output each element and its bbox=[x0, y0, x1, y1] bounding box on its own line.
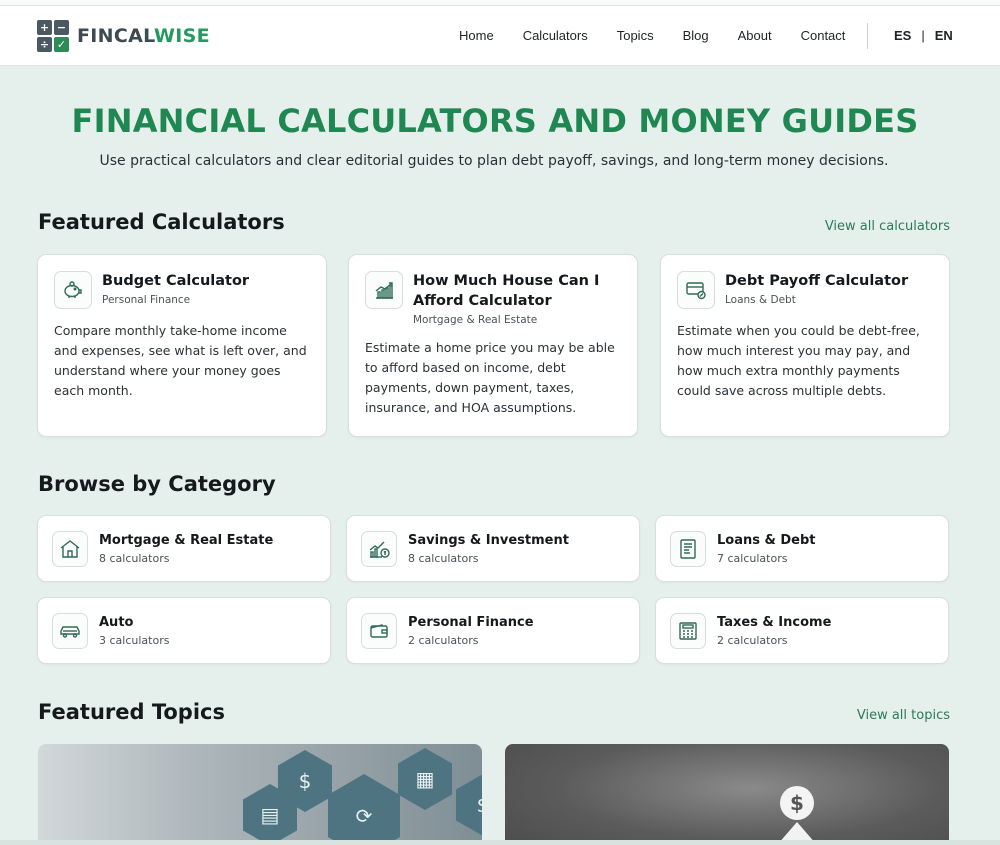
featured-topics-heading: Featured Topics bbox=[38, 700, 225, 724]
category-card-taxes[interactable]: Taxes & Income 2 calculators bbox=[655, 597, 949, 664]
category-card-auto[interactable]: Auto 3 calculators bbox=[37, 597, 331, 664]
category-card-loans[interactable]: Loans & Debt 7 calculators bbox=[655, 515, 949, 582]
language-switcher: ES | EN bbox=[890, 28, 957, 43]
nav-calculators[interactable]: Calculators bbox=[523, 28, 588, 43]
nav-topics[interactable]: Topics bbox=[617, 28, 654, 43]
house-icon bbox=[52, 530, 88, 567]
banknote-icon: ▦ bbox=[398, 748, 452, 810]
car-icon bbox=[52, 612, 88, 649]
view-all-topics-link[interactable]: View all topics bbox=[857, 708, 950, 723]
calculator-category: Loans & Debt bbox=[725, 294, 796, 306]
calculator-card-debt-payoff[interactable]: Debt Payoff Calculator Loans & Debt Esti… bbox=[660, 254, 950, 437]
calculator-title: Budget Calculator bbox=[102, 273, 250, 289]
category-card-savings[interactable]: Savings & Investment 8 calculators bbox=[346, 515, 640, 582]
calculator-title: Debt Payoff Calculator bbox=[725, 273, 909, 289]
calculator-logo-icon: + − ÷ ✓ bbox=[37, 20, 69, 52]
nav-contact[interactable]: Contact bbox=[801, 28, 846, 43]
savings-chart-icon bbox=[361, 530, 397, 567]
nav-about[interactable]: About bbox=[738, 28, 772, 43]
hero-subtitle: Use practical calculators and clear edit… bbox=[99, 153, 889, 169]
category-count: 2 calculators bbox=[717, 633, 788, 647]
category-count: 8 calculators bbox=[99, 551, 170, 565]
category-count: 7 calculators bbox=[717, 551, 788, 565]
category-title: Mortgage & Real Estate bbox=[99, 532, 274, 548]
calculator-card-house-afford[interactable]: How Much House Can I Afford Calculator M… bbox=[348, 254, 638, 437]
calculator-description: Compare monthly take-home income and exp… bbox=[54, 323, 307, 398]
calculator-icon bbox=[670, 612, 706, 649]
calculator-category: Mortgage & Real Estate bbox=[413, 314, 538, 326]
bottom-edge bbox=[0, 840, 1000, 845]
browse-category-heading: Browse by Category bbox=[38, 472, 276, 496]
brand-name: FINCALWISE bbox=[77, 25, 210, 47]
topic-card-image-finance-icons[interactable]: ▤ $ ⟳ ▦ $ bbox=[38, 744, 482, 845]
calculator-description: Estimate a home price you may be able to… bbox=[365, 340, 615, 415]
lang-en-link[interactable]: EN bbox=[935, 28, 953, 43]
brand-logo[interactable]: + − ÷ ✓ FINCALWISE bbox=[37, 20, 210, 52]
site-header: + − ÷ ✓ FINCALWISE Home Calculators Topics … bbox=[0, 6, 1000, 66]
category-count: 3 calculators bbox=[99, 633, 170, 647]
category-title: Taxes & Income bbox=[717, 614, 832, 630]
view-all-calculators-link[interactable]: View all calculators bbox=[825, 219, 950, 234]
main-nav: Home Calculators Topics Blog About Conta… bbox=[459, 28, 845, 43]
category-card-personal-finance[interactable]: Personal Finance 2 calculators bbox=[346, 597, 640, 664]
piggy-bank-icon bbox=[54, 271, 92, 309]
money-bag-icon: $ bbox=[456, 774, 482, 836]
nav-divider bbox=[867, 23, 868, 49]
money-cycle-icon: ⟳ bbox=[328, 774, 400, 845]
category-count: 8 calculators bbox=[408, 551, 479, 565]
wallet-icon bbox=[361, 612, 397, 649]
credit-card-icon bbox=[677, 271, 715, 309]
calculator-card-budget[interactable]: Budget Calculator Personal Finance Compa… bbox=[37, 254, 327, 437]
category-card-mortgage[interactable]: Mortgage & Real Estate 8 calculators bbox=[37, 515, 331, 582]
category-title: Loans & Debt bbox=[717, 532, 816, 548]
lang-es-link[interactable]: ES bbox=[894, 28, 911, 43]
featured-calculators-heading: Featured Calculators bbox=[38, 210, 285, 234]
chart-growth-icon bbox=[365, 271, 403, 309]
hero-title: FINANCIAL CALCULATORS AND MONEY GUIDES bbox=[71, 102, 919, 140]
calculator-description: Estimate when you could be debt-free, ho… bbox=[677, 323, 920, 398]
calculator-title: How Much House Can I Afford Calculator bbox=[413, 273, 600, 309]
topic-card-image-money-bag[interactable]: $ bbox=[505, 744, 949, 845]
calculator-category: Personal Finance bbox=[102, 294, 191, 306]
category-title: Auto bbox=[99, 614, 134, 630]
category-title: Personal Finance bbox=[408, 614, 534, 630]
document-icon bbox=[670, 530, 706, 567]
nav-blog[interactable]: Blog bbox=[683, 28, 709, 43]
lang-separator: | bbox=[921, 28, 925, 43]
money-bag-icon: $ bbox=[780, 786, 814, 820]
nav-home[interactable]: Home bbox=[459, 28, 494, 43]
category-count: 2 calculators bbox=[408, 633, 479, 647]
category-title: Savings & Investment bbox=[408, 532, 569, 548]
